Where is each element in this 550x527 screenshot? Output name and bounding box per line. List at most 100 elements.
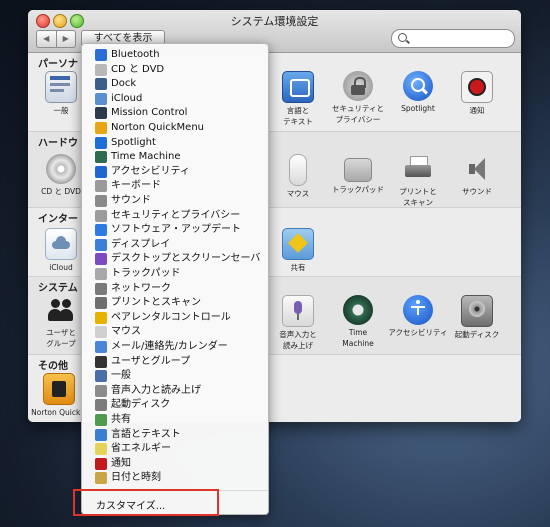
menu-item[interactable]: Spotlight [82, 136, 268, 151]
menu-item[interactable]: 通知 [82, 457, 268, 472]
pref-security-privacy[interactable]: セキュリティと プライバシー [327, 71, 389, 125]
trackpad-icon [95, 268, 107, 280]
pref-time-machine[interactable]: Time Machine [327, 295, 389, 349]
sound-icon [95, 195, 107, 207]
menu-item[interactable]: セキュリティとプライバシー [82, 209, 268, 224]
norton-icon [95, 122, 107, 134]
menu-item-label: 日付と時刻 [111, 472, 161, 484]
back-button[interactable]: ◀ [37, 31, 56, 47]
menu-item[interactable]: Dock [82, 77, 268, 92]
window-title: システム環境設定 [230, 15, 319, 28]
forward-button[interactable]: ▶ [55, 31, 76, 47]
menu-item-label: CD と DVD [111, 63, 165, 75]
menu-item[interactable]: 共有 [82, 413, 268, 428]
menu-item[interactable]: ソフトウェア・アップデート [82, 223, 268, 238]
pref-sharing-label: 共有 [290, 263, 306, 272]
menu-item-label: Spotlight [111, 136, 156, 148]
menu-item-label: 省エネルギー [111, 443, 171, 455]
menu-item-label: 共有 [111, 414, 131, 425]
menu-item-label: プリントとスキャン [111, 297, 201, 309]
pref-notifications[interactable]: 通知 [446, 71, 508, 116]
dock-icon [95, 78, 107, 91]
pref-spotlight-label: Spotlight [401, 104, 435, 113]
pref-dictation[interactable]: 音声入力と 読み上げ [267, 295, 329, 351]
menu-item[interactable]: デスクトップとスクリーンセーバ [82, 252, 268, 267]
keyboard-icon [95, 180, 107, 193]
menu-item[interactable]: アクセシビリティ [82, 165, 268, 180]
parental-icon [95, 311, 107, 324]
pref-startup-disk-label: 起動ディスク [454, 330, 500, 339]
menu-item[interactable]: 言語とテキスト [82, 428, 268, 443]
spotlight-icon [403, 71, 433, 101]
menu-item-label: 一般 [111, 370, 131, 382]
pref-startup-disk[interactable]: 起動ディスク [446, 295, 508, 340]
pref-sharing[interactable]: 共有 [267, 228, 329, 273]
pref-security-privacy-label: セキュリティと プライバシー [331, 104, 385, 124]
pref-spotlight[interactable]: Spotlight [387, 71, 449, 114]
menu-item-label: Mission Control [111, 107, 188, 119]
menu-item[interactable]: プリントとスキャン [82, 296, 268, 311]
menu-item[interactable]: ディスプレイ [82, 238, 268, 253]
language-icon [282, 71, 314, 103]
menu-item-label: マウス [111, 326, 141, 338]
search-icon [398, 33, 407, 42]
section-label-personal: パーソナ [38, 59, 78, 70]
security-icon [343, 71, 373, 101]
icloud-icon [95, 92, 107, 105]
sound-icon [462, 154, 492, 184]
pref-dictation-label: 音声入力と 読み上げ [279, 330, 317, 350]
pref-print-scan[interactable]: プリントと スキャン [387, 154, 449, 208]
section-label-internet: インター [38, 214, 78, 225]
menu-item[interactable]: 音声入力と読み上げ [82, 384, 268, 399]
menu-item[interactable]: CD と DVD [82, 63, 268, 78]
pref-language-text[interactable]: 言語と テキスト [267, 71, 329, 127]
menu-item[interactable]: 省エネルギー [82, 442, 268, 457]
mouse-icon [95, 326, 107, 339]
menu-item[interactable]: ペアレンタルコントロール [82, 311, 268, 326]
search-field[interactable] [391, 29, 515, 48]
menu-item[interactable]: Bluetooth [82, 48, 268, 63]
menu-item[interactable]: ネットワーク [82, 282, 268, 297]
menu-item[interactable]: Time Machine [82, 150, 268, 165]
pref-sound-label: サウンド [462, 187, 492, 196]
date-time-icon [95, 472, 107, 485]
menu-item[interactable]: 起動ディスク [82, 398, 268, 413]
back-forward-control: ◀ ▶ [36, 30, 76, 48]
menu-item[interactable]: サウンド [82, 194, 268, 209]
menu-item[interactable]: メール/連絡先/カレンダー [82, 340, 268, 355]
menu-item[interactable]: トラックパッド [82, 267, 268, 282]
menu-item-label: デスクトップとスクリーンセーバ [111, 253, 261, 265]
mission-control-icon [95, 107, 107, 120]
pref-time-machine-label: Time Machine [342, 328, 374, 348]
pref-trackpad[interactable]: トラックパッド [327, 154, 389, 195]
general-icon [95, 370, 107, 383]
show-all-menu: Bluetooth CD と DVD Dock iCloud Mission Contr… [81, 43, 269, 515]
microphone-icon [95, 384, 107, 397]
users-icon [46, 295, 76, 325]
menu-item-label: ペアレンタルコントロール [111, 311, 231, 323]
menu-item[interactable]: Norton QuickMenu [82, 121, 268, 136]
menu-item[interactable]: 日付と時刻 [82, 471, 268, 486]
desktop-icon [95, 253, 107, 266]
menu-item[interactable]: Mission Control [82, 106, 268, 121]
menu-item[interactable]: マウス [82, 325, 268, 340]
menu-item-label: アクセシビリティ [111, 165, 190, 177]
notifications-icon [95, 457, 107, 470]
printer-icon [95, 297, 107, 310]
menu-item-label: 言語とテキスト [111, 428, 181, 440]
menu-item[interactable]: キーボード [82, 179, 268, 194]
menu-item[interactable]: 一般 [82, 369, 268, 384]
accessibility-icon [403, 295, 433, 325]
spotlight-icon [95, 136, 107, 149]
display-icon [95, 238, 107, 251]
time-machine-icon [95, 151, 107, 164]
pref-mouse[interactable]: マウス [267, 154, 329, 199]
menu-item-label: 通知 [111, 457, 131, 469]
pref-accessibility-label: アクセシビリティ [388, 328, 448, 337]
pref-accessibility[interactable]: アクセシビリティ [387, 295, 449, 338]
menu-item[interactable]: iCloud [82, 92, 268, 107]
menu-item-label: トラックパッド [111, 268, 181, 279]
time-machine-icon [343, 295, 373, 325]
pref-sound[interactable]: サウンド [446, 154, 508, 197]
menu-item[interactable]: ユーザとグループ [82, 355, 268, 370]
